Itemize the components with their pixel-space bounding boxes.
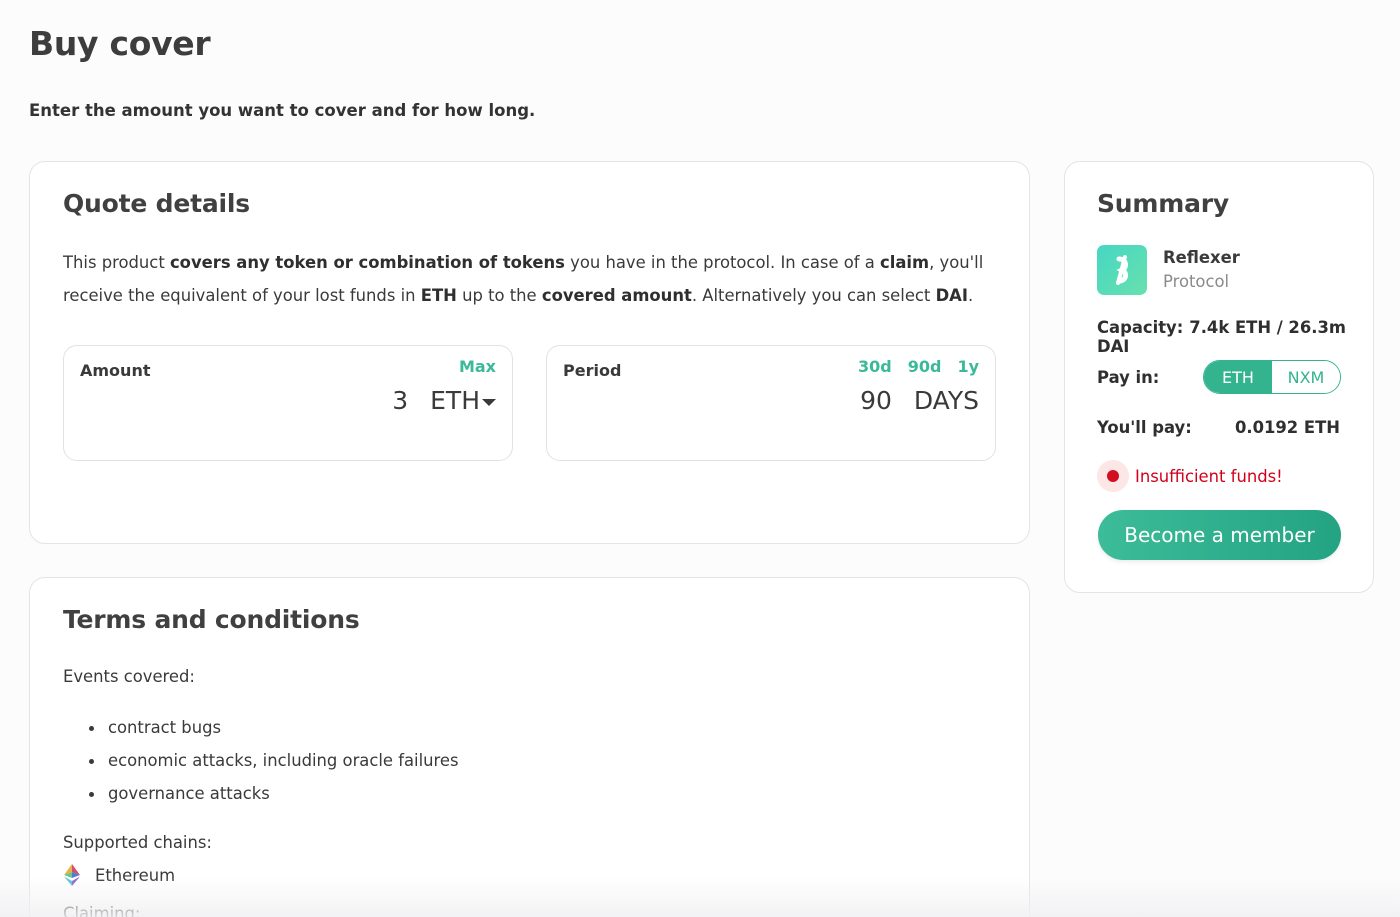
product-type: Protocol: [1163, 272, 1230, 291]
pay-in-label: Pay in:: [1097, 368, 1160, 387]
quote-details-card: Quote details This product covers any to…: [29, 161, 1030, 544]
pay-in-eth-option[interactable]: ETH: [1204, 361, 1272, 393]
buy-cover-page: Buy cover Enter the amount you want to c…: [0, 0, 1400, 917]
amount-input[interactable]: 3: [392, 386, 408, 415]
warning-text: Insufficient funds!: [1135, 466, 1283, 486]
chain-name: Ethereum: [95, 865, 176, 885]
period-field[interactable]: Period 30d 90d 1y 90 DAYS: [546, 345, 996, 461]
currency-value: ETH: [430, 386, 480, 415]
period-shortcuts: 30d 90d 1y: [858, 357, 979, 376]
list-item: contract bugs: [87, 716, 459, 749]
desc-bold: DAI: [935, 286, 968, 305]
desc-text: .: [967, 286, 974, 305]
supported-chains-label: Supported chains:: [63, 833, 212, 852]
period-unit: DAYS: [913, 386, 979, 415]
max-button[interactable]: Max: [459, 357, 496, 376]
period-label: Period: [563, 361, 622, 380]
quote-details-title: Quote details: [63, 189, 250, 218]
page-subtitle: Enter the amount you want to cover and f…: [29, 101, 536, 120]
terms-card: Terms and conditions Events covered: con…: [29, 577, 1030, 917]
desc-text: This product: [63, 253, 170, 272]
amount-shortcuts: Max: [459, 357, 496, 376]
insufficient-funds-warning: Insufficient funds!: [1097, 460, 1283, 492]
list-item: governance attacks: [87, 782, 459, 815]
terms-title: Terms and conditions: [63, 605, 360, 634]
chain-item: Ethereum: [63, 864, 175, 886]
amount-label: Amount: [80, 361, 151, 380]
caret-down-icon: [482, 398, 496, 406]
page-title: Buy cover: [29, 24, 211, 63]
you-pay-label: You'll pay:: [1097, 418, 1192, 437]
amount-value-row: 3 ETH: [392, 386, 496, 415]
capacity-label: Capacity:: [1097, 318, 1184, 337]
product-name: Reflexer: [1163, 248, 1240, 267]
error-dot-icon: [1097, 460, 1129, 492]
desc-bold: covers any token or combination of token…: [169, 253, 565, 272]
become-member-button[interactable]: Become a member: [1098, 510, 1341, 560]
period-30d-button[interactable]: 30d: [858, 357, 892, 376]
desc-text: you have in the protocol. In case of a: [564, 253, 881, 272]
events-list: contract bugs economic attacks, includin…: [87, 716, 459, 815]
desc-text: . Alternatively you can select: [691, 286, 936, 305]
product-info: Reflexer Protocol: [1097, 245, 1240, 295]
period-90d-button[interactable]: 90d: [908, 357, 942, 376]
you-pay-value: 0.0192 ETH: [1234, 418, 1340, 437]
ethereum-icon: [64, 864, 80, 886]
events-covered-label: Events covered:: [63, 667, 195, 686]
pay-in-toggle: ETH NXM: [1203, 360, 1341, 394]
summary-title: Summary: [1097, 189, 1229, 218]
desc-bold: claim: [880, 253, 930, 272]
amount-field[interactable]: Amount Max 3 ETH: [63, 345, 513, 461]
pay-in-nxm-option[interactable]: NXM: [1272, 361, 1340, 393]
currency-select[interactable]: ETH: [430, 386, 496, 415]
desc-bold: covered amount: [541, 286, 692, 305]
period-value-row: 90 DAYS: [860, 386, 979, 415]
desc-bold: ETH: [420, 286, 457, 305]
desc-text: up to the: [456, 286, 542, 305]
summary-card: Summary Reflexer Protocol Capacity: 7.4k …: [1064, 161, 1374, 593]
claiming-label: Claiming:: [63, 904, 141, 917]
reflexer-mark-icon: [1116, 255, 1129, 285]
period-1y-button[interactable]: 1y: [957, 357, 979, 376]
list-item: economic attacks, including oracle failu…: [87, 749, 459, 782]
period-input[interactable]: 90: [860, 386, 892, 415]
reflexer-logo-icon: [1097, 245, 1147, 295]
capacity-row: Capacity: 7.4k ETH / 26.3m DAI: [1097, 318, 1373, 356]
quote-description: This product covers any token or combina…: [63, 246, 1003, 312]
